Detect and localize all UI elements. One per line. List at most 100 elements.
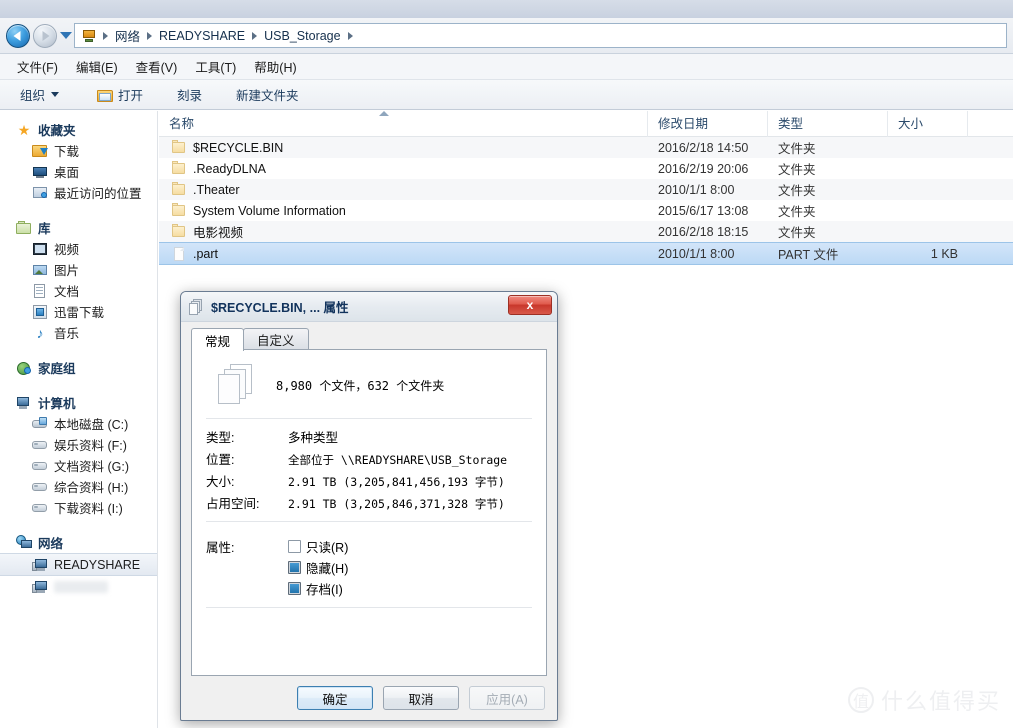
sidebar-item-pictures[interactable]: 图片 [0,259,157,280]
readonly-checkbox[interactable] [288,540,301,553]
property-value: 多种类型 [288,431,339,445]
file-date-cell: 2016/2/19 20:06 [658,161,749,176]
dialog-button-row: 确定 取消 应用(A) [297,686,545,710]
computer-icon [16,395,32,411]
menu-item-view[interactable]: 查看(V) [127,54,187,79]
open-folder-icon [97,88,114,102]
watermark: 值 什么值得买 [847,684,1001,716]
sidebar-item-recent-places[interactable]: 最近访问的位置 [0,182,157,203]
file-name-cell: 电影视频 [159,222,648,241]
sidebar-item-redacted-computer[interactable] [0,576,157,597]
file-type-cell: 文件夹 [778,184,816,198]
attributes-section: 属性: 只读(R) 隐藏(H) 存档(I) [206,522,532,608]
sidebar-item-documents[interactable]: 文档 [0,280,157,301]
column-header-size[interactable]: 大小 [888,111,968,137]
file-date-cell: 2010/1/1 8:00 [658,182,735,197]
breadcrumb-item-readyshare[interactable]: READYSHARE [155,27,249,45]
dialog-title-bar[interactable]: $RECYCLE.BIN, ... 属性 x [181,292,557,322]
file-icon [171,246,187,262]
sidebar-group-label: 收藏夹 [38,124,76,138]
sidebar-group-favorites[interactable]: ★ 收藏夹 [0,119,157,140]
table-row[interactable]: System Volume Information 2015/6/17 13:0… [159,200,1013,221]
sidebar-item-thunder-download[interactable]: 迅雷下载 [0,301,157,322]
sidebar-group-network[interactable]: 网络 [0,532,157,553]
column-header-type[interactable]: 类型 [768,111,888,137]
breadcrumb-bar[interactable]: 网络 READYSHARE USB_Storage [74,23,1007,48]
table-row[interactable]: .ReadyDLNA 2016/2/19 20:06 文件夹 [159,158,1013,179]
sidebar-group-libraries[interactable]: 库 [0,217,157,238]
file-name-label: .part [193,246,219,261]
property-label: 类型: [206,431,235,445]
sidebar-item-drive-c[interactable]: 本地磁盘 (C:) [0,413,157,434]
table-row[interactable]: .part 2010/1/1 8:00 PART 文件 1 KB [159,242,1013,265]
network-location-icon [81,28,97,44]
drive-icon [32,500,48,516]
sidebar-item-label: 音乐 [54,327,80,341]
sidebar-item-readyshare[interactable]: READYSHARE [0,553,157,576]
organize-button[interactable]: 组织 [12,82,67,107]
chevron-right-icon [103,31,108,40]
sidebar-item-downloads[interactable]: 下载 [0,140,157,161]
network-icon [16,534,32,551]
cancel-button[interactable]: 取消 [383,686,459,710]
network-computer-icon [32,579,48,595]
close-button[interactable]: x [508,295,552,315]
burn-button[interactable]: 刻录 [169,82,210,107]
file-type-cell: PART 文件 [778,248,839,262]
sidebar-item-drive-f[interactable]: 娱乐资料 (F:) [0,434,157,455]
folder-icon [171,202,187,219]
sidebar-item-drive-i[interactable]: 下载资料 (I:) [0,497,157,518]
sidebar-item-drive-h[interactable]: 综合资料 (H:) [0,476,157,497]
breadcrumb-item-network[interactable]: 网络 [111,24,144,47]
recent-places-icon [32,185,48,201]
folder-download-icon [32,143,48,159]
sidebar-item-desktop[interactable]: 桌面 [0,161,157,182]
menu-item-tools[interactable]: 工具(T) [186,54,245,79]
sidebar-group-homegroup[interactable]: 家庭组 [0,357,157,378]
recent-locations-dropdown-icon[interactable] [60,32,72,39]
column-header-spacer [968,111,1013,137]
column-header-name[interactable]: 名称 [159,111,648,137]
sidebar-item-videos[interactable]: 视频 [0,238,157,259]
tab-panel-general: 8,980 个文件，632 个文件夹 类型: 多种类型 位置: 全部位于 \\R… [191,349,547,676]
chevron-right-icon[interactable] [347,31,353,40]
sidebar-group-label: 计算机 [38,397,76,411]
menu-item-help[interactable]: 帮助(H) [245,54,305,79]
archive-checkbox[interactable] [288,582,301,595]
ok-button[interactable]: 确定 [297,686,373,710]
property-label: 大小: [206,475,235,489]
sidebar-group-computer[interactable]: 计算机 [0,392,157,413]
sidebar-item-drive-g[interactable]: 文档资料 (G:) [0,455,157,476]
dialog-tabs: 常规 自定义 [191,328,309,351]
file-date-cell: 2016/2/18 18:15 [658,224,749,239]
sidebar-item-music[interactable]: ♪ 音乐 [0,322,157,343]
table-row[interactable]: $RECYCLE.BIN 2016/2/18 14:50 文件夹 [159,137,1013,158]
menu-item-edit[interactable]: 编辑(E) [67,54,127,79]
attribute-row-hidden: 隐藏(H) [206,557,532,578]
tab-customize[interactable]: 自定义 [243,328,309,350]
new-folder-button[interactable]: 新建文件夹 [228,82,307,107]
document-icon [32,283,48,299]
forward-button[interactable] [33,24,57,48]
attribute-row-archive: 存档(I) [206,578,532,599]
breadcrumb-item-usb-storage[interactable]: USB_Storage [260,27,344,45]
command-toolbar: 组织 打开 刻录 新建文件夹 [0,80,1013,110]
column-header-date[interactable]: 修改日期 [648,111,768,137]
table-row[interactable]: 电影视频 2016/2/18 18:15 文件夹 [159,221,1013,242]
sidebar-item-label: 下载资料 (I:) [54,502,123,516]
sidebar-group-label: 库 [38,222,51,236]
navigation-pane[interactable]: ★ 收藏夹 下载 桌面 最近访问的位置 库 视频 图片 文档 迅雷下载 ♪ 音乐… [0,111,158,728]
file-name-label: $RECYCLE.BIN [193,140,284,155]
tab-general[interactable]: 常规 [191,328,245,351]
table-row[interactable]: .Theater 2010/1/1 8:00 文件夹 [159,179,1013,200]
hidden-checkbox[interactable] [288,561,301,574]
readonly-label: 只读(R) [306,541,349,555]
thunder-download-icon [32,304,48,320]
open-button[interactable]: 打开 [89,82,151,107]
menu-item-file[interactable]: 文件(F) [8,54,67,79]
file-name-label: System Volume Information [193,203,346,218]
back-button[interactable] [6,24,30,48]
address-bar: 网络 READYSHARE USB_Storage [0,18,1013,54]
sort-ascending-icon [379,111,389,116]
property-row-location: 位置: 全部位于 \\READYSHARE\USB_Storage [206,449,532,471]
